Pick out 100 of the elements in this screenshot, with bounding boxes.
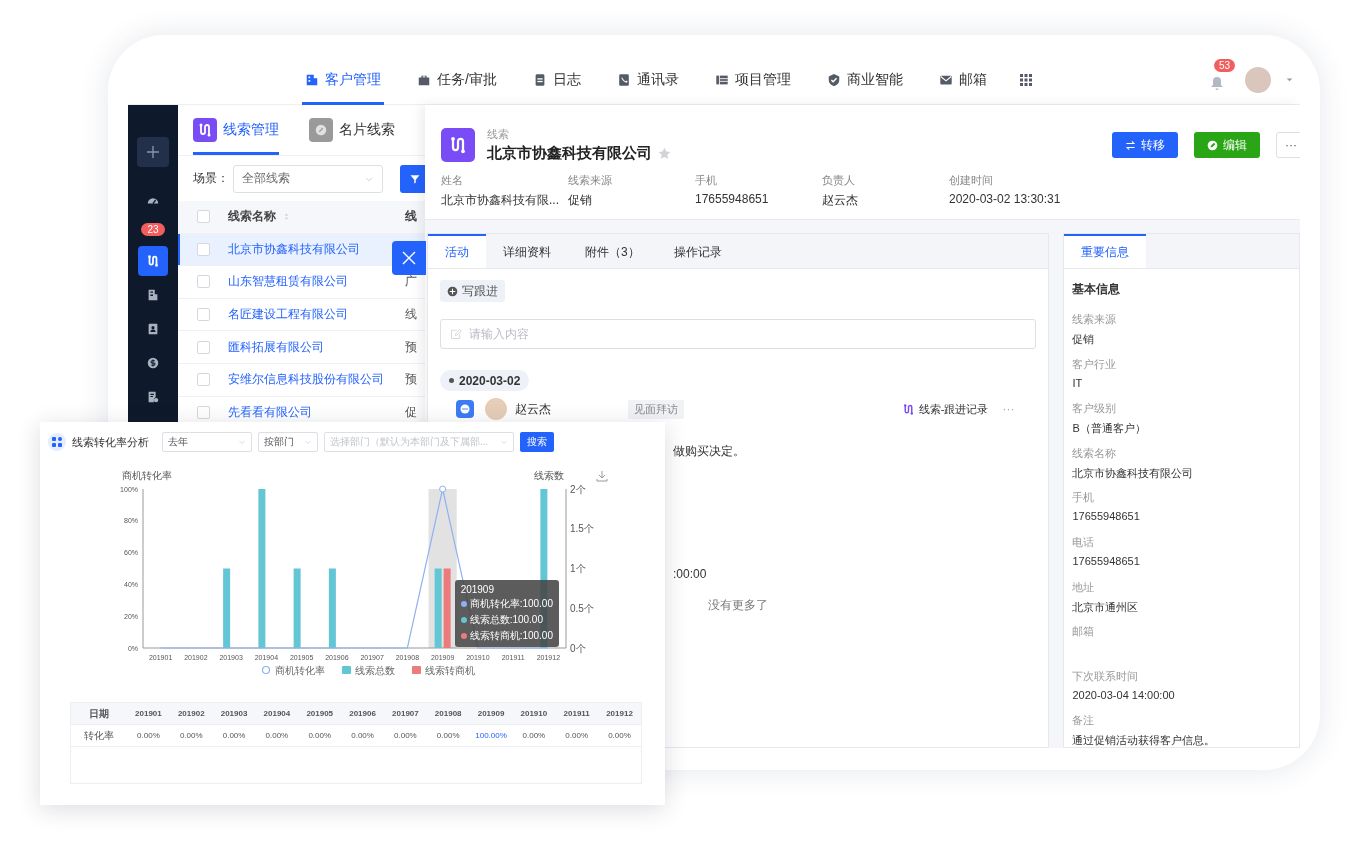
action-button[interactable]: 转移 (1112, 132, 1178, 158)
write-follow-up-button[interactable]: 写跟进 (440, 280, 505, 302)
shield-check-icon (826, 72, 841, 87)
date-label: 2020-03-02 (459, 373, 521, 388)
table-row[interactable]: 匯科拓展有限公司 预 (178, 331, 425, 364)
table-cell: 线 (405, 306, 417, 324)
author-name: 赵云杰 (515, 400, 552, 418)
column-header: 201907 (391, 709, 420, 718)
scene-label: 场景： (193, 170, 229, 187)
checkbox[interactable] (196, 308, 210, 322)
table-row[interactable]: 安维尔信息科技股份有限公司 预 (178, 363, 425, 397)
dollar-coin-icon (146, 356, 160, 370)
detail-tab[interactable]: 详细资料 (486, 234, 568, 268)
checkbox[interactable] (196, 405, 210, 419)
sidebar-item[interactable] (138, 246, 168, 276)
detail-tab[interactable]: 操作记录 (656, 234, 739, 268)
lead-name-link[interactable]: 名匠建设工程有限公司 (228, 306, 348, 324)
lead-name-link[interactable]: 匯科拓展有限公司 (228, 338, 324, 356)
close-button[interactable] (392, 241, 426, 275)
close-icon (401, 250, 417, 266)
field-value: 北京市协鑫科技有限... (441, 192, 560, 209)
lead-name-link[interactable]: 安维尔信息科技股份有限公司 (228, 371, 384, 389)
field-value: 北京市协鑫科技有限公司 (1072, 465, 1195, 481)
axis-title: 线索数 (534, 470, 564, 481)
table-cell-text: 0.00% (307, 731, 333, 740)
table-row[interactable]: 名匠建设工程有限公司 线 (178, 298, 425, 332)
checkbox[interactable] (196, 275, 210, 289)
star-icon[interactable] (658, 147, 671, 160)
filter-select[interactable]: 按部门 (258, 432, 318, 452)
checkbox[interactable] (196, 210, 210, 224)
building-icon (146, 288, 160, 302)
info-tab[interactable]: 重要信息 (1064, 234, 1147, 268)
column-header: 201905 (305, 709, 335, 718)
nav-tab[interactable]: 邮箱 (935, 55, 990, 105)
scene-select[interactable]: 全部线索 (233, 164, 383, 193)
column-header: 线 (405, 208, 417, 226)
plus-icon (146, 145, 160, 159)
nav-tab[interactable]: 项目管理 (711, 55, 794, 105)
activity-tag: 见面拜访 (628, 399, 684, 419)
field-label: 备注 (1072, 713, 1096, 729)
more-button[interactable]: ··· (1276, 132, 1300, 158)
field-label: 地址 (1072, 579, 1096, 595)
hover-marker (439, 485, 447, 493)
end-of-list-text: 没有更多了 (708, 597, 769, 614)
field-value: 赵云杰 (822, 192, 859, 209)
tooltip-value: 线索转商机:100.00 (469, 629, 553, 643)
building-icon (305, 72, 319, 87)
field-value: 17655948651 (1072, 510, 1141, 524)
checkbox[interactable] (196, 340, 210, 354)
table-cell: 促 (405, 403, 417, 421)
lead-name-link[interactable]: 山东智慧租赁有限公司 (228, 273, 348, 291)
column-header: 201909 (476, 709, 506, 718)
legend-label: 线索转商机 (425, 665, 475, 676)
download-icon[interactable] (596, 470, 608, 482)
count-badge: 23 (141, 223, 165, 236)
table-cell-text: 0.00% (435, 731, 461, 740)
field-label: 客户级别 (1072, 401, 1118, 417)
lead-name-link[interactable]: 北京市协鑫科技有限公司 (228, 240, 360, 258)
table-cell: 预 (405, 338, 417, 356)
search-button[interactable]: 搜索 (520, 432, 554, 452)
field-label: 创建时间 (949, 173, 994, 188)
column-header: 201902 (176, 709, 206, 718)
contact-book-icon (616, 72, 631, 87)
field-label: 线索名称 (1072, 445, 1118, 461)
table-cell-text: 转化率 (83, 728, 115, 743)
notification-bell-icon[interactable] (1209, 76, 1224, 91)
nav-tab[interactable]: 商业智能 (823, 55, 906, 105)
nav-tab[interactable]: 通讯录 (613, 55, 682, 105)
contact-card-icon (146, 322, 160, 336)
checkbox[interactable] (196, 242, 210, 256)
user-avatar (485, 398, 507, 420)
value-link[interactable]: 100.00% (469, 731, 513, 740)
field-label: 邮箱 (1072, 624, 1096, 640)
record-type-label: 线索 (487, 127, 510, 142)
activity-time: :00:00 (673, 567, 708, 581)
app-grid-icon[interactable] (1019, 73, 1032, 86)
lead-name-link[interactable]: 先看看有限公司 (228, 403, 312, 421)
field-value: 促销 (568, 192, 593, 209)
tooltip-title: 201909 (460, 584, 495, 595)
nav-tab[interactable]: 日志 (529, 55, 584, 105)
panel-tab[interactable]: 线索管理 (193, 105, 279, 155)
detail-tab[interactable]: 附件（3） (568, 234, 657, 268)
field-value: 2020-03-04 14:00:00 (1072, 688, 1176, 702)
section-title: 基本信息 (1072, 281, 1122, 298)
source-link[interactable]: 线索-跟进记录 (901, 401, 989, 417)
content-input[interactable]: 请输入内容 (440, 319, 1037, 349)
table-cell-text: 0.00% (607, 731, 632, 740)
report-icon (146, 390, 160, 404)
detail-tab[interactable]: 活动 (428, 234, 486, 268)
filter-select[interactable]: 去年 (162, 432, 252, 452)
panel-tab[interactable]: 名片线索 (309, 105, 395, 155)
field-label: 下次联系时间 (1072, 668, 1140, 684)
tooltip-value: 商机转化率:100.00 (469, 597, 553, 611)
user-avatar[interactable] (1245, 66, 1271, 93)
field-label: 线索来源 (1072, 312, 1118, 327)
nav-tab[interactable]: 任务/审批 (414, 55, 500, 105)
checkbox[interactable] (196, 373, 210, 387)
field-label: 线索来源 (568, 173, 613, 188)
table-cell: 预 (405, 371, 417, 389)
add-button[interactable] (137, 137, 169, 167)
